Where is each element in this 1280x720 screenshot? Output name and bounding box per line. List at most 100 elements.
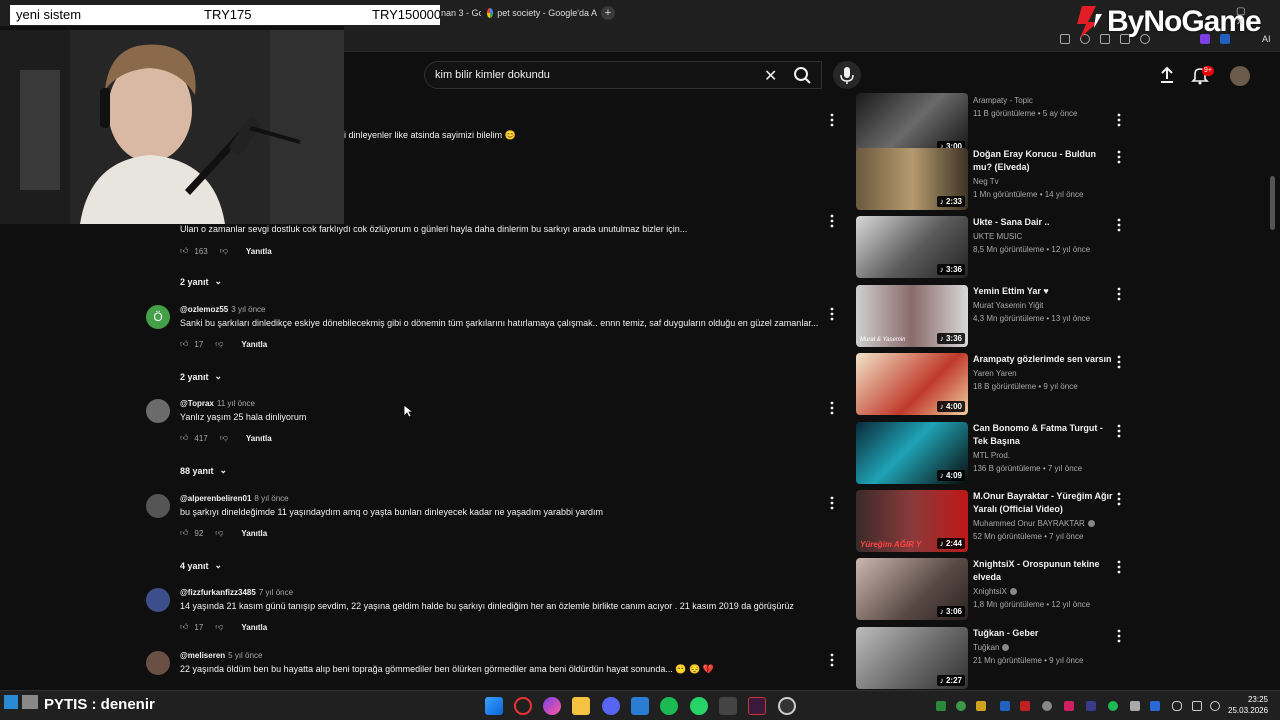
video-channel[interactable]: Neg Tv xyxy=(973,177,999,186)
dislike-icon[interactable]: 👎︎ xyxy=(215,339,223,349)
notepad-icon[interactable] xyxy=(719,697,737,715)
video-channel[interactable]: Arampaty - Topic xyxy=(973,96,1033,105)
video-thumbnail[interactable]: Murat & Yasemin ♪ 3:36 xyxy=(856,285,968,347)
video-title[interactable]: Arampaty gözlerimde sen varsın xyxy=(973,353,1113,366)
recommended-video[interactable]: ♪ 3:36 Ukte - Sana Dair .. UKTE MUSIC 8,… xyxy=(856,216,1136,278)
comment-avatar[interactable] xyxy=(146,494,170,518)
comment-avatar[interactable] xyxy=(146,399,170,423)
author-name[interactable]: @meliseren xyxy=(180,651,225,660)
channel-name[interactable]: Tuğkan xyxy=(973,643,999,652)
recommended-video[interactable]: ♪ 3:00 Arampaty - Topic 11 B görüntüleme… xyxy=(856,93,1136,155)
video-thumbnail[interactable]: ♪ 4:00 xyxy=(856,353,968,415)
tray-nvidia-icon[interactable] xyxy=(936,701,946,711)
video-thumbnail[interactable]: ♪ 3:06 xyxy=(856,558,968,620)
show-replies-button[interactable]: 2 yanıt ⌄ xyxy=(180,371,222,382)
video-menu-icon[interactable] xyxy=(1116,113,1122,127)
video-title[interactable]: Ukte - Sana Dair .. xyxy=(973,216,1113,229)
reply-button[interactable]: Yanıtla xyxy=(246,434,272,443)
dislike-icon[interactable]: 👎︎ xyxy=(215,622,223,632)
show-replies-button[interactable]: 88 yanıt ⌄ xyxy=(180,465,227,476)
reply-button[interactable]: Yanıtla xyxy=(246,247,272,256)
tray-app-icon[interactable] xyxy=(956,701,966,711)
tray-spotify-icon[interactable] xyxy=(1108,701,1118,711)
author-name[interactable]: @alperenbeliren01 xyxy=(180,494,251,503)
spotify-icon[interactable] xyxy=(660,697,678,715)
comment-menu-icon[interactable] xyxy=(829,653,835,667)
recommended-video[interactable]: ♪ 2:33 Doğan Eray Korucu - Buldun mu? (E… xyxy=(856,148,1136,210)
whatsapp-icon[interactable] xyxy=(690,697,708,715)
browser-tab-1[interactable]: nan 3 - Go xyxy=(441,4,481,22)
video-menu-icon[interactable] xyxy=(1116,287,1122,301)
windows-start-icon[interactable] xyxy=(485,697,503,715)
reply-button[interactable]: Yanıtla xyxy=(241,529,267,538)
comment-avatar[interactable] xyxy=(146,588,170,612)
video-channel[interactable]: MTL Prod. xyxy=(973,451,1010,460)
account-avatar[interactable] xyxy=(1230,66,1250,86)
channel-name[interactable]: Muhammed Onur BAYRAKTAR xyxy=(973,519,1085,528)
reply-button[interactable]: Yanıtla xyxy=(241,623,267,632)
recommended-video[interactable]: ♪ 3:06 XnightsiX - Orospunun tekine elve… xyxy=(856,558,1136,620)
comment-author[interactable]: @Toprax 11 yıl önce xyxy=(180,399,255,408)
network-icon[interactable] xyxy=(1192,701,1202,711)
video-channel[interactable]: XnightsiX xyxy=(973,587,1017,596)
volume-icon[interactable] xyxy=(1210,701,1220,711)
obs-icon[interactable] xyxy=(778,697,796,715)
video-title[interactable]: XnightsiX - Orospunun tekine elveda xyxy=(973,558,1113,584)
microphone-tray-icon[interactable] xyxy=(1172,701,1182,711)
tray-steam-icon[interactable] xyxy=(1086,701,1096,711)
outlook-icon[interactable] xyxy=(631,697,649,715)
video-channel[interactable]: Muhammed Onur BAYRAKTAR xyxy=(973,519,1095,528)
dislike-icon[interactable]: 👎︎ xyxy=(215,528,223,538)
author-name[interactable]: @fizzfurkanfizz3485 xyxy=(180,588,256,597)
file-explorer-icon[interactable] xyxy=(572,697,590,715)
video-title[interactable]: M.Onur Bayraktar - Yüreğim Ağır Yaralı (… xyxy=(973,490,1113,516)
video-title[interactable]: Can Bonomo & Fatma Turgut - Tek Başına xyxy=(973,422,1113,448)
comment-author[interactable]: @meliseren 5 yıl önce xyxy=(180,651,262,660)
tray-app-icon[interactable] xyxy=(1064,701,1074,711)
system-clock[interactable]: 23:25 25.03.2026 xyxy=(1228,694,1268,716)
video-menu-icon[interactable] xyxy=(1116,629,1122,643)
tray-app-icon[interactable] xyxy=(1042,701,1052,711)
tray-app-icon[interactable] xyxy=(1000,701,1010,711)
discord-icon[interactable] xyxy=(602,697,620,715)
video-menu-icon[interactable] xyxy=(1116,560,1122,574)
like-icon[interactable]: 👍︎ xyxy=(180,622,188,632)
author-name[interactable]: @Toprax xyxy=(180,399,214,408)
comment-menu-icon[interactable] xyxy=(829,401,835,415)
video-thumbnail[interactable]: ♪ 2:33 xyxy=(856,148,968,210)
comment-author[interactable]: @fizzfurkanfizz3485 7 yıl önce xyxy=(180,588,293,597)
ai-button[interactable]: AI xyxy=(1262,34,1271,44)
video-thumbnail[interactable]: ♪ 3:36 xyxy=(856,216,968,278)
video-title[interactable]: Doğan Eray Korucu - Buldun mu? (Elveda) xyxy=(973,148,1113,174)
video-channel[interactable]: Murat Yasemin Yiğit xyxy=(973,301,1043,310)
tray-app-icon[interactable] xyxy=(976,701,986,711)
video-thumbnail[interactable]: ♪ 3:00 xyxy=(856,93,968,155)
opera-gx-icon[interactable] xyxy=(514,697,532,715)
show-replies-button[interactable]: 2 yanıt ⌄ xyxy=(180,276,222,287)
video-menu-icon[interactable] xyxy=(1116,150,1122,164)
channel-name[interactable]: XnightsiX xyxy=(973,587,1007,596)
reply-button[interactable]: Yanıtla xyxy=(241,340,267,349)
video-channel[interactable]: UKTE MUSIC xyxy=(973,232,1022,241)
comment-menu-icon[interactable] xyxy=(829,496,835,510)
video-thumbnail[interactable]: Yüreğim AĞIR Y ♪ 2:44 xyxy=(856,490,968,552)
recommended-video[interactable]: Yüreğim AĞIR Y ♪ 2:44 M.Onur Bayraktar -… xyxy=(856,490,1136,552)
like-icon[interactable]: 👍︎ xyxy=(180,528,188,538)
clear-search-icon[interactable]: ✕ xyxy=(764,66,777,86)
recommended-video[interactable]: ♪ 2:27 Tuğkan - Geber Tuğkan 21 Mn görün… xyxy=(856,627,1136,689)
new-tab-button[interactable]: + xyxy=(601,6,615,20)
comment-menu-icon[interactable] xyxy=(829,307,835,321)
voice-search-button[interactable] xyxy=(833,61,861,89)
tray-app-icon[interactable] xyxy=(1020,701,1030,711)
comment-menu-icon[interactable] xyxy=(829,113,835,127)
search-box[interactable]: kim bilir kimler dokundu ✕ xyxy=(424,61,822,89)
like-icon[interactable]: 👍︎ xyxy=(180,339,188,349)
like-icon[interactable]: 👍︎ xyxy=(180,246,188,256)
dislike-icon[interactable]: 👎︎ xyxy=(220,433,228,443)
video-menu-icon[interactable] xyxy=(1116,424,1122,438)
edit-icon[interactable] xyxy=(1060,34,1070,44)
recommended-video[interactable]: ♪ 4:09 Can Bonomo & Fatma Turgut - Tek B… xyxy=(856,422,1136,484)
video-menu-icon[interactable] xyxy=(1116,492,1122,506)
video-menu-icon[interactable] xyxy=(1116,218,1122,232)
video-title[interactable]: Yemin Ettim Yar ♥ xyxy=(973,285,1113,298)
